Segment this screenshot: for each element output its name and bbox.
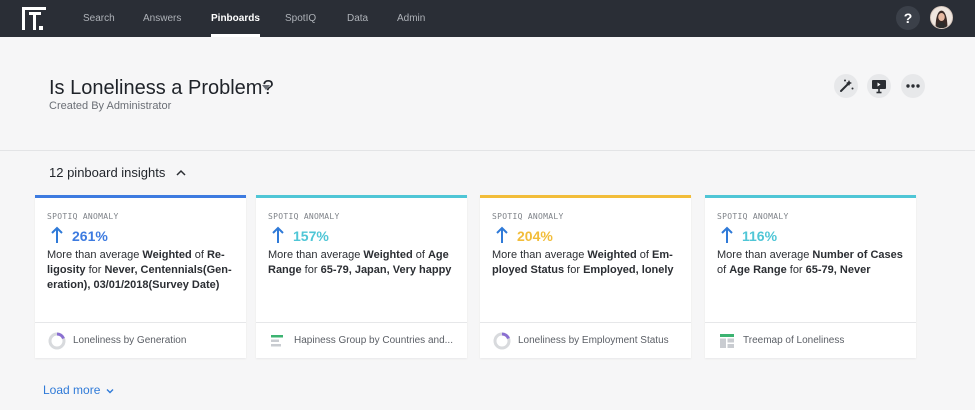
arrow-up-icon [496,226,508,243]
pinboard-insights-section: 12 pinboard insights SPOTIQ ANOMALY 261%… [0,152,975,410]
chevron-down-icon[interactable] [105,386,115,396]
user-photo-icon [931,7,952,28]
insight-percent: 157% [293,228,329,244]
insight-percent: 204% [517,228,553,244]
nav-spotiq[interactable]: SpotIQ [285,0,316,37]
top-navigation-bar: Search Answers Pinboards SpotIQ Data Adm… [0,0,975,37]
donut-chart-icon [48,332,66,350]
insight-source-label: Loneliness by Generation [73,335,187,346]
user-avatar[interactable] [930,6,953,29]
presentation-icon [872,80,886,94]
thoughtspot-logo-icon[interactable] [22,7,46,30]
insights-count-label[interactable]: 12 pinboard insights [49,165,165,180]
insight-description: More than average Weighted of Re­ligosit… [47,249,232,291]
insight-card[interactable]: SPOTIQ ANOMALY 204% More than average We… [480,195,691,358]
pinboard-title[interactable]: Is Loneliness a Problem? [49,77,274,100]
insight-source-label: Treemap of Loneliness [743,335,845,346]
insight-type-tag: SPOTIQ ANOMALY [268,212,340,221]
insight-description: More than average Weighted of Age Range … [268,249,452,276]
insight-type-tag: SPOTIQ ANOMALY [492,212,564,221]
pinboard-author: Created By Administrator [49,100,172,112]
insight-type-tag: SPOTIQ ANOMALY [47,212,119,221]
insight-description: More than average Number of Cases of Age… [717,249,903,276]
insight-type-tag: SPOTIQ ANOMALY [717,212,789,221]
insight-source-link[interactable]: Treemap of Loneliness [705,322,916,358]
title-dropdown-caret-icon[interactable] [262,85,270,90]
nav-search[interactable]: Search [83,0,115,37]
bar-chart-icon [271,335,283,347]
insight-percent: 116% [742,228,778,244]
insight-percent: 261% [72,228,108,244]
more-options-button[interactable] [901,74,925,98]
arrow-up-icon [272,226,284,243]
chevron-up-icon[interactable] [175,167,187,179]
insight-card[interactable]: SPOTIQ ANOMALY 157% More than average We… [256,195,467,358]
insight-source-label: Hapiness Group by Countries and... [294,335,453,346]
insight-description: More than average Weighted of Em­ployed … [492,249,674,276]
nav-data[interactable]: Data [347,0,368,37]
insight-source-link[interactable]: Hapiness Group by Countries and... [256,322,467,358]
help-button[interactable]: ? [896,6,920,30]
donut-chart-icon [493,332,511,350]
insight-card[interactable]: SPOTIQ ANOMALY 116% More than average Nu… [705,195,916,358]
insight-source-label: Loneliness by Employment Status [518,335,669,346]
arrow-up-icon [721,226,733,243]
ellipsis-icon [906,84,920,88]
insight-source-link[interactable]: Loneliness by Employment Status [480,322,691,358]
present-button[interactable] [867,74,891,98]
spotiq-analyze-button[interactable] [834,74,858,98]
pinboard-header: Is Loneliness a Problem? Created By Admi… [0,37,975,151]
insight-card[interactable]: SPOTIQ ANOMALY 261% More than average We… [35,195,246,358]
nav-admin[interactable]: Admin [397,0,425,37]
magic-wand-icon [840,79,854,92]
nav-answers[interactable]: Answers [143,0,181,37]
load-more-link[interactable]: Load more [43,383,100,397]
treemap-icon [720,334,734,348]
insight-source-link[interactable]: Loneliness by Generation [35,322,246,358]
arrow-up-icon [51,226,63,243]
nav-pinboards[interactable]: Pinboards [211,0,260,37]
